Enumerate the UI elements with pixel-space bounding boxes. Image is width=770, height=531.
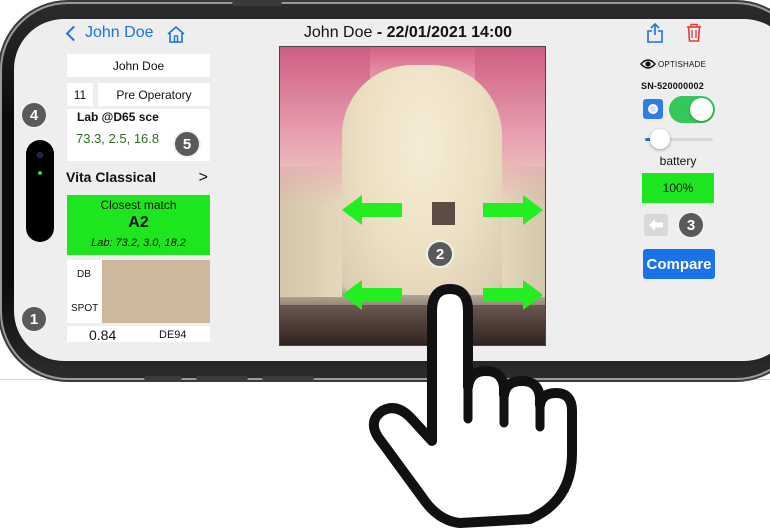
- delta-e-value: 0.84: [89, 327, 117, 343]
- patient-name-field: John Doe: [67, 54, 210, 77]
- page-title: John Doe - 22/01/2021 14:00: [278, 24, 538, 42]
- closest-match-shade: A2: [128, 214, 149, 231]
- trash-icon[interactable]: [686, 23, 702, 42]
- arrow-right-icon: [483, 195, 543, 225]
- shade-swatch: [102, 260, 210, 323]
- title-name: John Doe: [303, 24, 373, 41]
- shade-guide-label: Vita Classical: [66, 169, 157, 185]
- battery-level: 100%: [642, 173, 714, 203]
- callout-badge: 4: [22, 103, 46, 127]
- device-serial: SN-520000002: [641, 81, 704, 91]
- central-incisor: [342, 65, 502, 295]
- closest-match-title: Closest match: [100, 198, 177, 212]
- compare-button[interactable]: Compare: [643, 249, 715, 279]
- lab-title: Lab @D65 sce: [77, 110, 159, 124]
- back-label: John Doe: [85, 24, 154, 41]
- measurement-spot[interactable]: [432, 202, 455, 225]
- callout-badge: 2: [428, 242, 452, 266]
- eye-icon: [640, 59, 656, 69]
- spot-label: SPOT: [71, 303, 99, 314]
- toggle-knob: [690, 98, 713, 121]
- previous-button[interactable]: [644, 214, 668, 236]
- phone-volume-button: [144, 376, 182, 380]
- brand-logo: OPTISHADE: [658, 60, 707, 69]
- lab-value: 73.3, 2.5, 16.8: [76, 131, 160, 146]
- arrow-left-icon: [342, 195, 402, 225]
- phone-volume-button: [262, 376, 314, 380]
- brightness-slider-knob[interactable]: [650, 129, 670, 149]
- tooth-number-field: 11: [67, 83, 93, 106]
- shade-guide-selector[interactable]: Vita Classical >: [66, 169, 212, 187]
- indicator-dot: [38, 171, 42, 175]
- front-camera: [37, 152, 43, 158]
- callout-badge: 5: [175, 132, 199, 156]
- phone-volume-button: [196, 376, 248, 380]
- delta-e-unit: DE94: [159, 329, 187, 341]
- callout-badge: 1: [22, 307, 46, 331]
- camera-button[interactable]: [643, 99, 663, 119]
- title-datetime: - 22/01/2021 14:00: [376, 24, 513, 41]
- battery-label: battery: [659, 154, 697, 168]
- share-icon[interactable]: [646, 23, 664, 43]
- phase-field: Pre Operatory: [98, 83, 210, 106]
- back-chevron-icon: [65, 25, 82, 41]
- db-label: DB: [77, 269, 91, 280]
- camera-icon: [648, 104, 658, 114]
- chevron-right-icon: >: [198, 169, 208, 186]
- back-arrow-icon: [649, 219, 663, 231]
- phone-side-button: [232, 2, 282, 6]
- device-toggle[interactable]: [669, 96, 715, 123]
- callout-badge: 3: [679, 213, 703, 237]
- back-button[interactable]: John Doe: [64, 24, 154, 42]
- pointing-hand-icon: [368, 284, 577, 528]
- closest-match-lab: Lab: 73.2, 3.0, 18.2: [91, 237, 186, 249]
- home-icon[interactable]: [166, 25, 186, 44]
